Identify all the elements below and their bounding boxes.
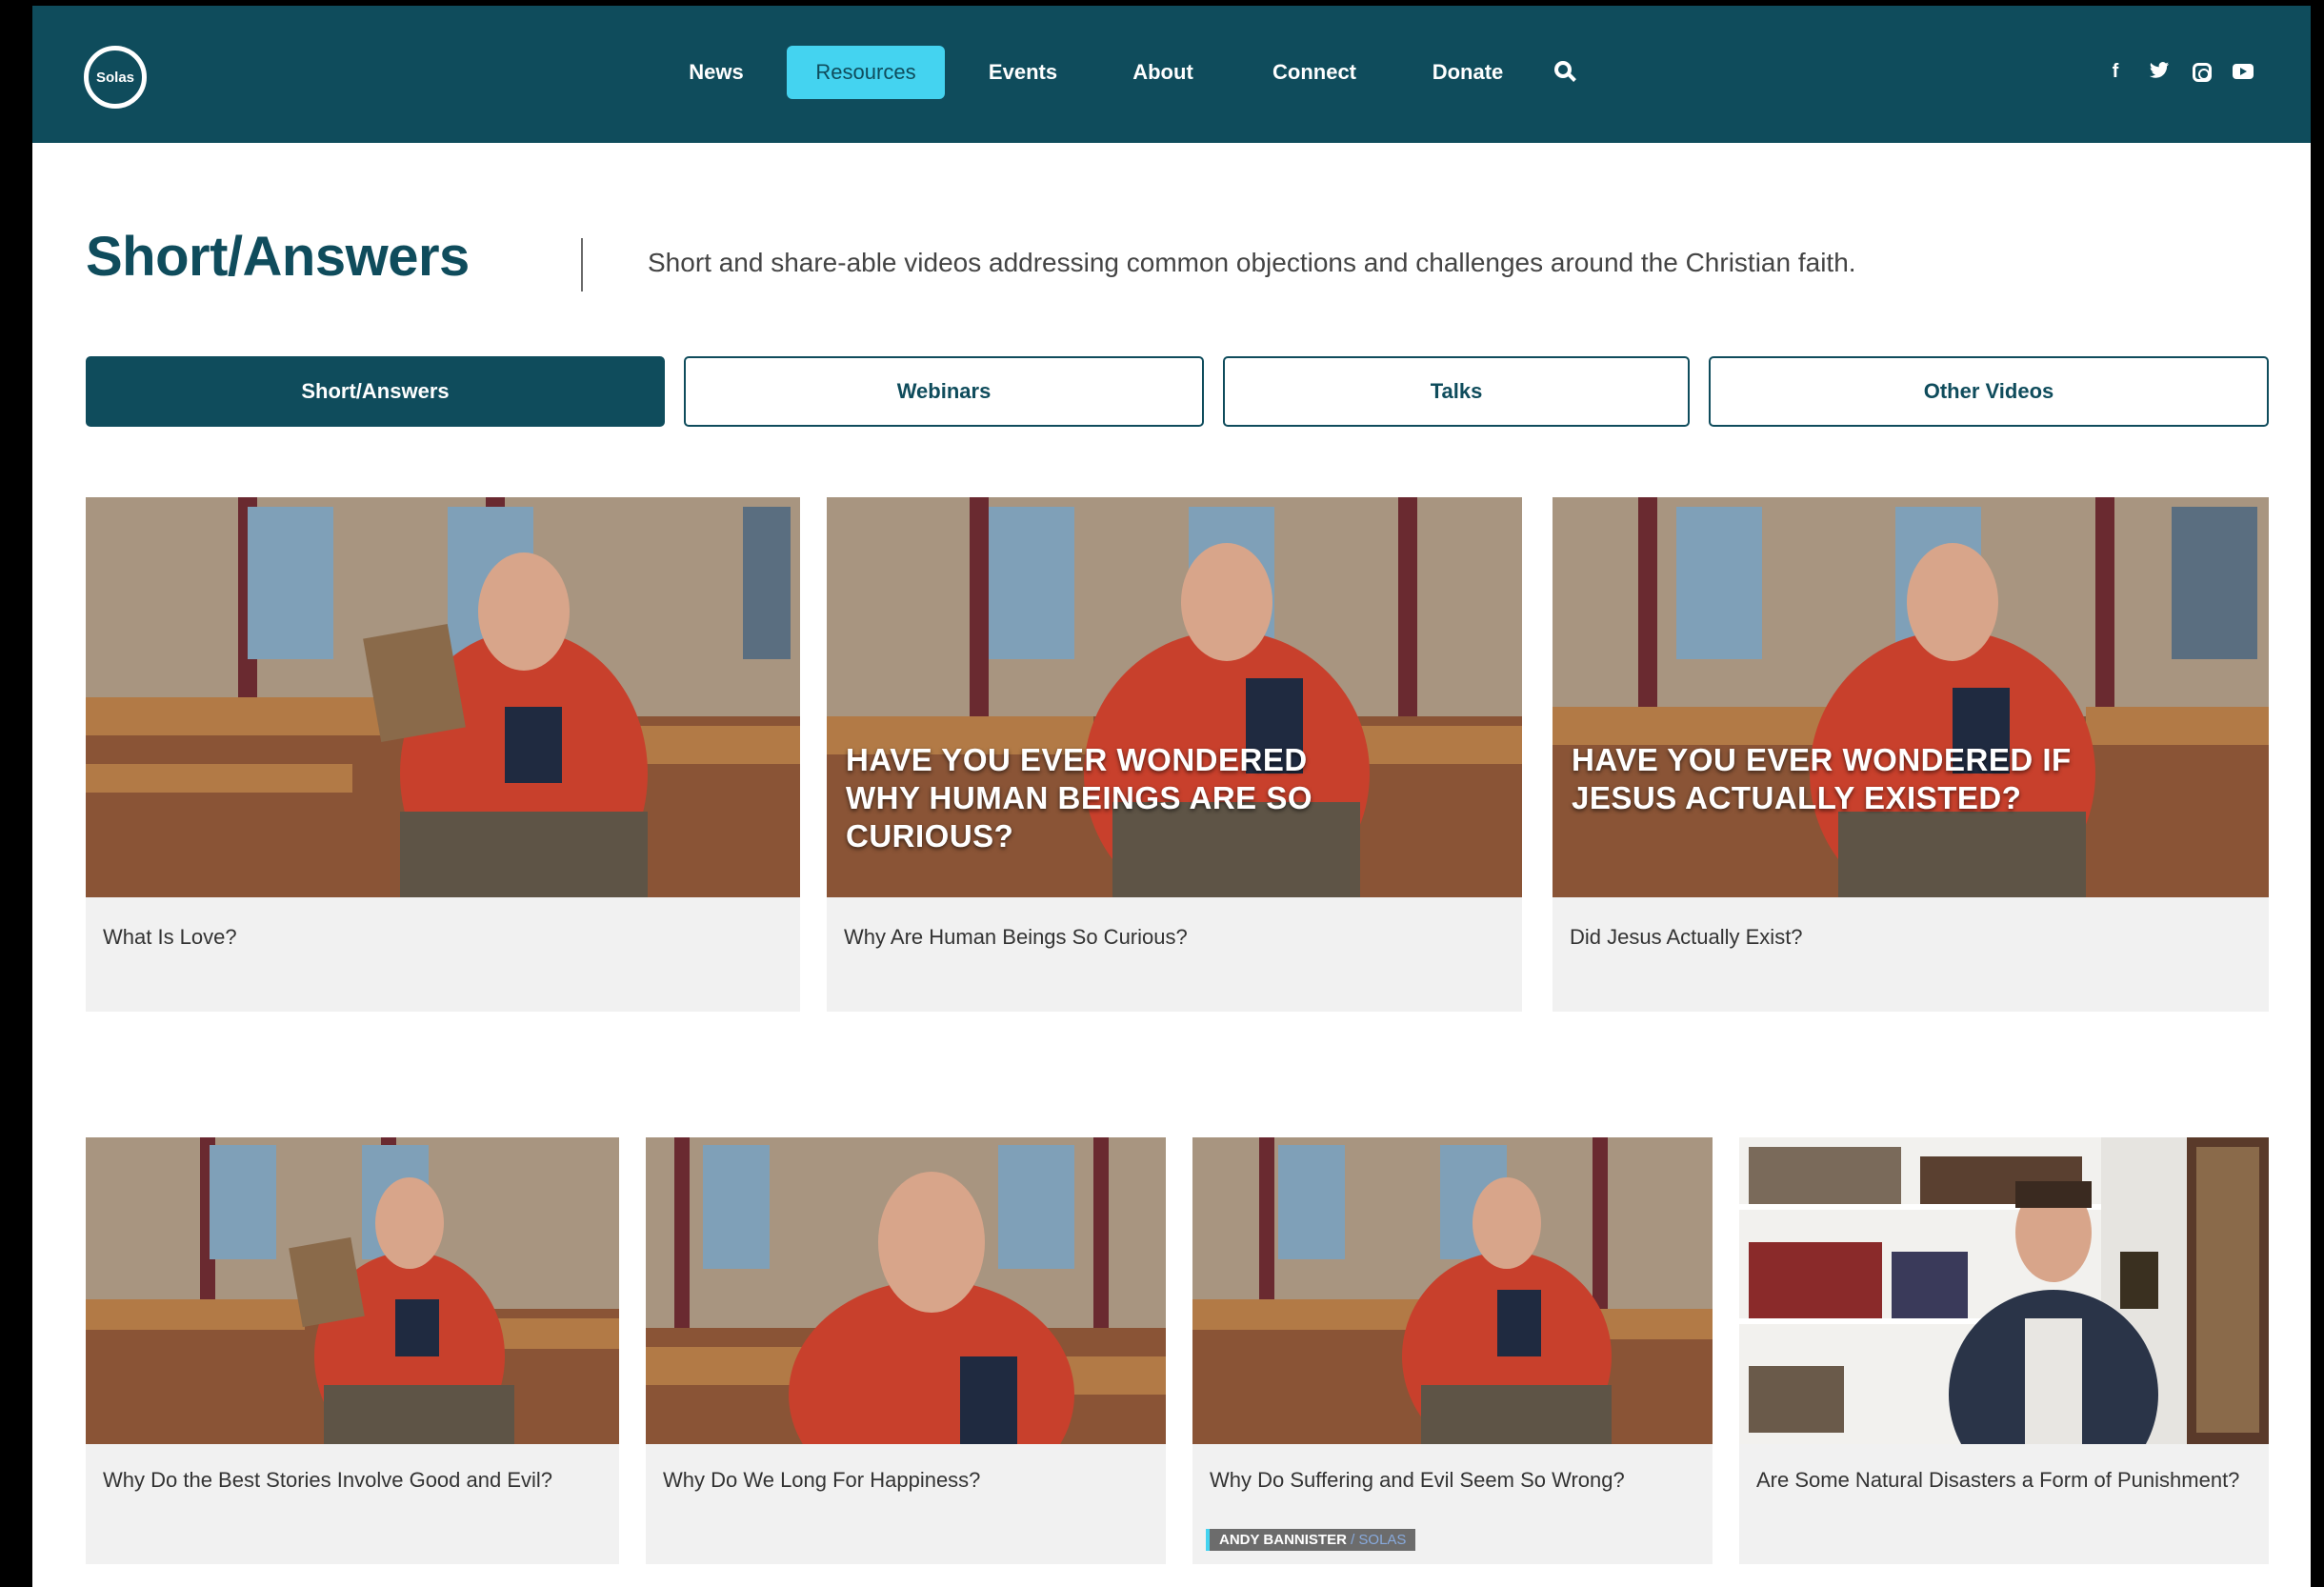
youtube-icon[interactable]: [2233, 64, 2254, 79]
video-thumbnail[interactable]: [86, 1137, 619, 1444]
video-title[interactable]: Why Do the Best Stories Involve Good and…: [103, 1465, 608, 1496]
nav-item-about[interactable]: About: [1118, 46, 1208, 99]
instagram-icon[interactable]: [2193, 63, 2212, 82]
main-nav: News Resources Events About Connect Dona…: [32, 6, 2311, 143]
site-header: Solas News Resources Events About Connec…: [32, 6, 2311, 143]
speaker-name: ANDY BANNISTER: [1219, 1532, 1347, 1548]
tab-talks[interactable]: Talks: [1223, 356, 1690, 427]
video-title[interactable]: Why Do Suffering and Evil Seem So Wrong?: [1210, 1465, 1701, 1496]
video-title[interactable]: Did Jesus Actually Exist?: [1570, 922, 2248, 953]
video-title[interactable]: What Is Love?: [103, 922, 779, 953]
search-icon[interactable]: [1554, 61, 1572, 78]
video-card[interactable]: What Is Love?: [86, 497, 800, 1012]
video-card[interactable]: ANDY BANNISTER / SOLAS Why Do Suffering …: [1192, 1137, 1713, 1564]
video-card[interactable]: Why Do We Long For Happiness?: [646, 1137, 1166, 1564]
video-thumbnail[interactable]: [1739, 1137, 2269, 1444]
nav-item-news[interactable]: News: [671, 46, 762, 99]
nav-item-events[interactable]: Events: [975, 46, 1071, 99]
video-card[interactable]: HAVE YOU EVER WONDERED WHY HUMAN BEINGS …: [827, 497, 1522, 1012]
nav-item-resources[interactable]: Resources: [787, 46, 945, 99]
video-card[interactable]: HAVE YOU EVER WONDERED IF JESUS ACTUALLY…: [1553, 497, 2269, 1012]
video-overlay-caption: HAVE YOU EVER WONDERED WHY HUMAN BEINGS …: [846, 742, 1313, 854]
facebook-icon[interactable]: f: [2105, 61, 2126, 82]
video-thumbnail[interactable]: [1192, 1137, 1713, 1444]
video-thumbnail[interactable]: [646, 1137, 1166, 1444]
title-divider: [581, 238, 583, 291]
video-title[interactable]: Are Some Natural Disasters a Form of Pun…: [1756, 1465, 2252, 1496]
speaker-name-tag: ANDY BANNISTER / SOLAS: [1206, 1529, 1416, 1551]
video-card[interactable]: Are Some Natural Disasters a Form of Pun…: [1739, 1137, 2269, 1564]
video-title[interactable]: Why Are Human Beings So Curious?: [844, 922, 1501, 953]
video-title[interactable]: Why Do We Long For Happiness?: [663, 1465, 1154, 1496]
tab-short-answers[interactable]: Short/Answers: [86, 356, 665, 427]
video-thumbnail[interactable]: [86, 497, 800, 897]
speaker-org: / SOLAS: [1351, 1532, 1407, 1548]
page-subtitle: Short and share-able videos addressing c…: [648, 248, 1856, 277]
tab-webinars[interactable]: Webinars: [684, 356, 1204, 427]
nav-item-donate[interactable]: Donate: [1415, 46, 1520, 99]
video-thumbnail[interactable]: [1553, 497, 2269, 897]
nav-item-connect[interactable]: Connect: [1255, 46, 1373, 99]
page-title: Short/Answers: [86, 226, 470, 288]
tab-other-videos[interactable]: Other Videos: [1709, 356, 2269, 427]
video-overlay-caption: HAVE YOU EVER WONDERED IF JESUS ACTUALLY…: [1572, 742, 2072, 815]
page: Solas News Resources Events About Connec…: [32, 6, 2311, 1587]
video-card[interactable]: Why Do the Best Stories Involve Good and…: [86, 1137, 619, 1564]
twitter-icon[interactable]: [2149, 61, 2170, 82]
